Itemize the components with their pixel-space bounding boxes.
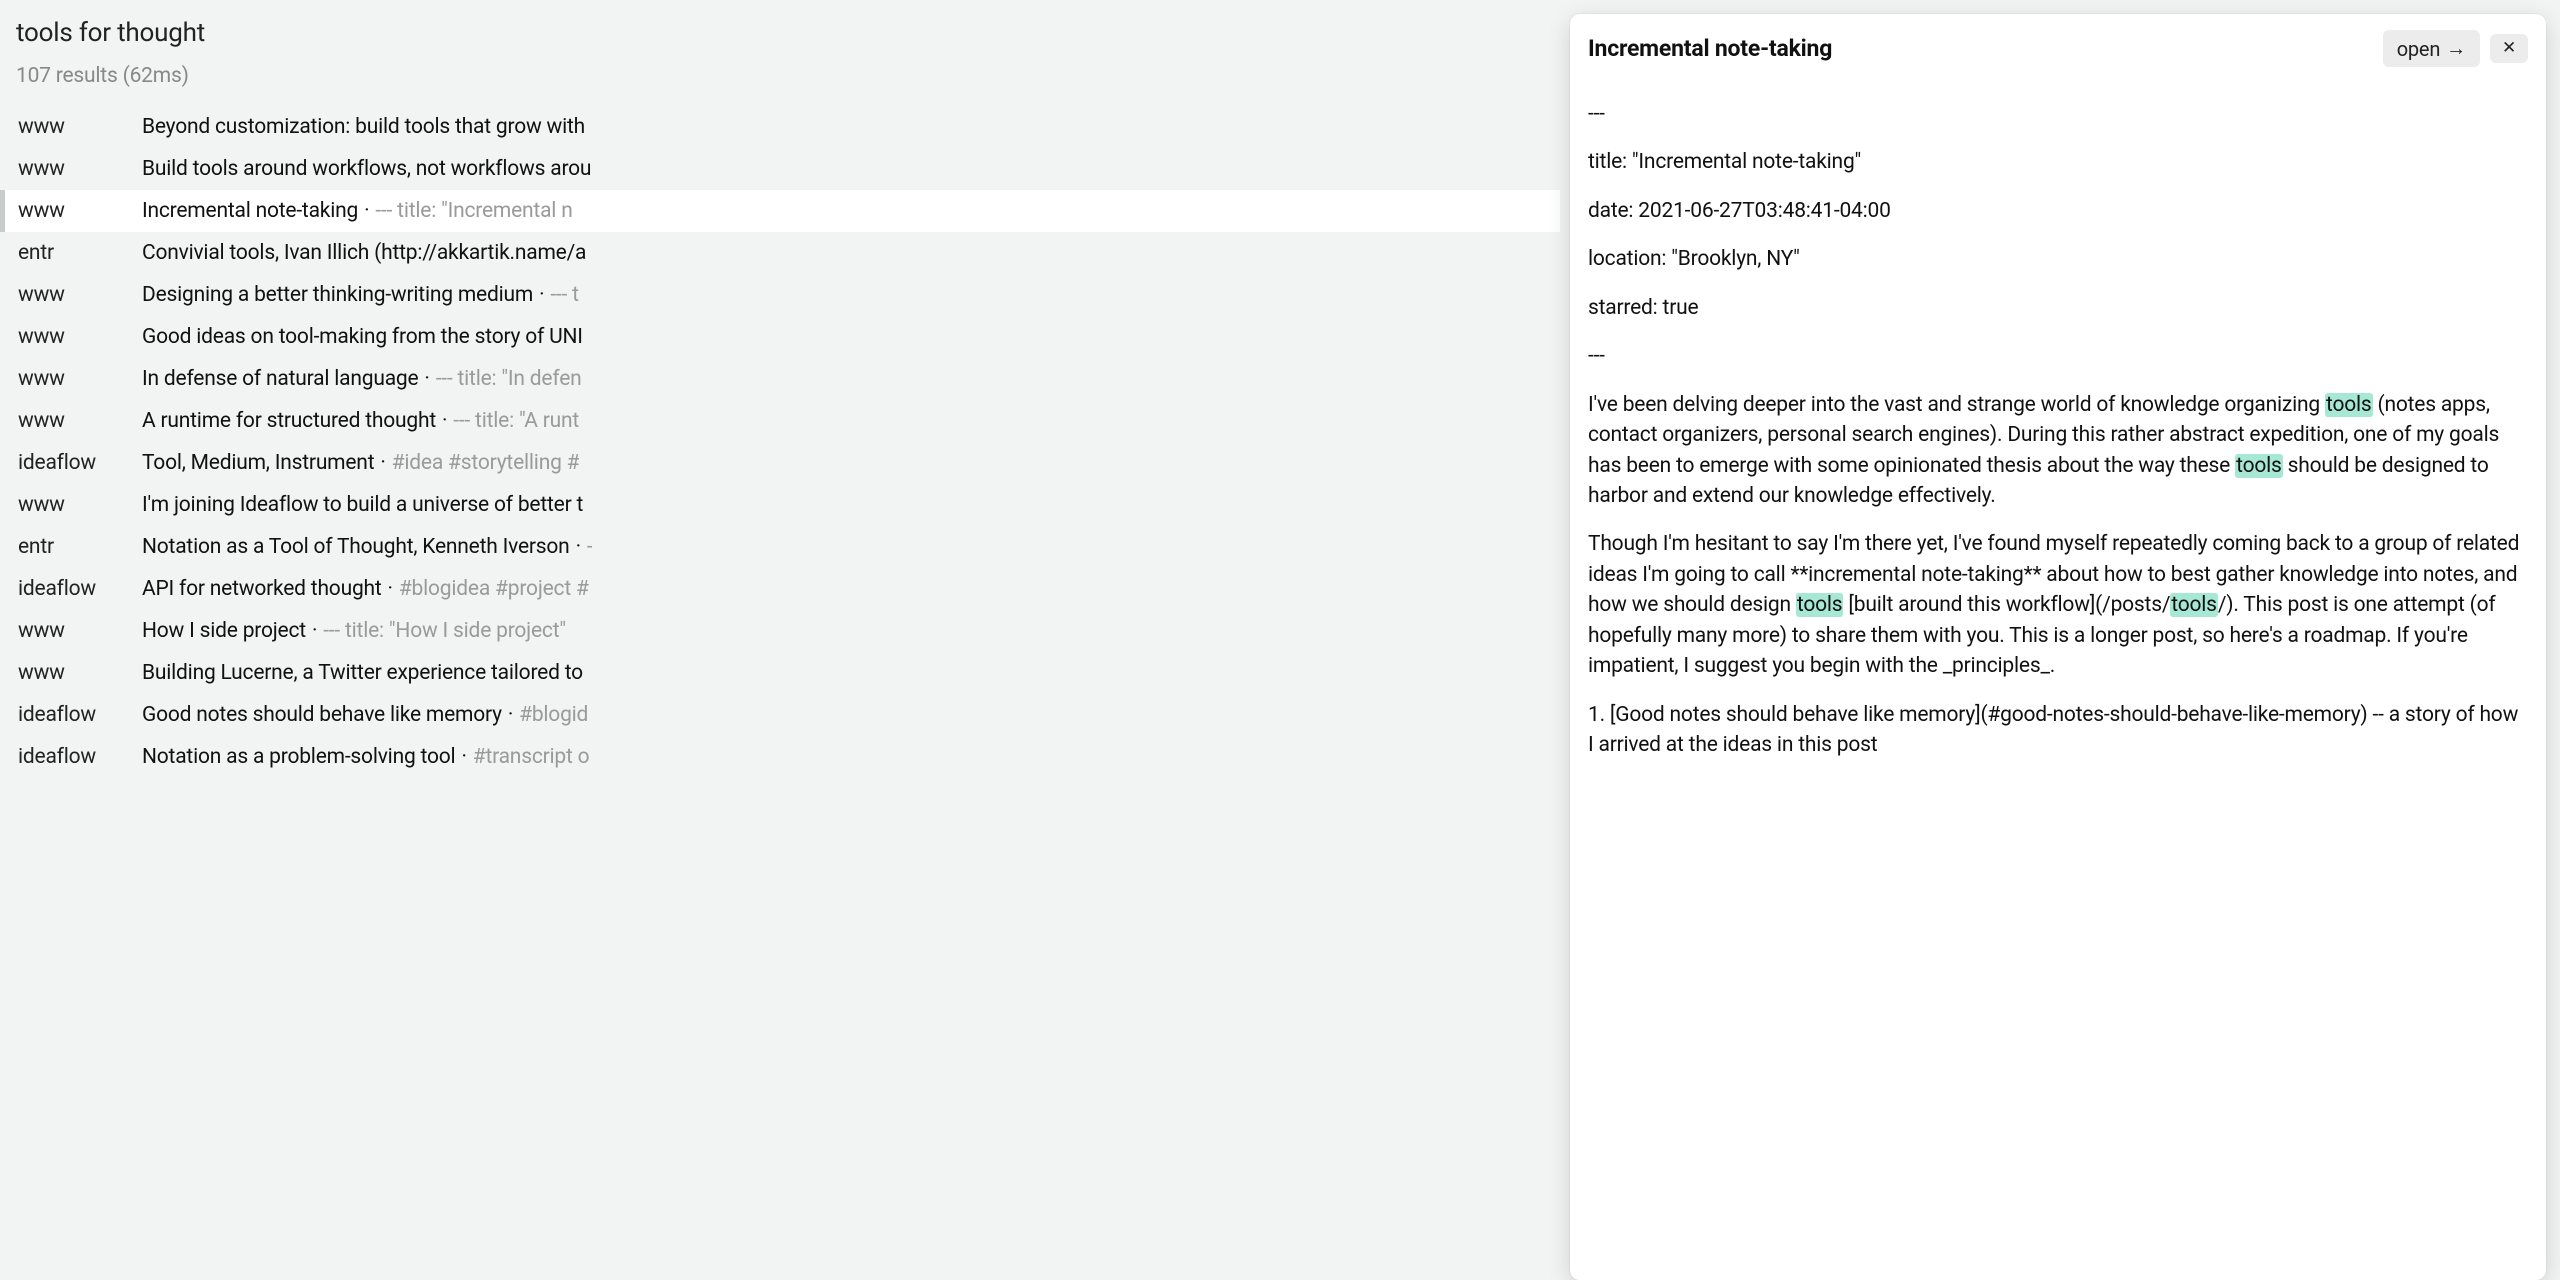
close-button[interactable]: ✕ <box>2490 34 2528 63</box>
result-source: ideaflow <box>18 745 142 769</box>
result-title: In defense of natural language·--- title… <box>142 367 582 391</box>
result-title: Designing a better thinking-writing medi… <box>142 283 579 307</box>
result-source: www <box>18 619 142 643</box>
result-title: A runtime for structured thought·--- tit… <box>142 409 579 433</box>
result-title: Good ideas on tool-making from the story… <box>142 325 583 349</box>
result-source: www <box>18 199 142 223</box>
frontmatter-starred: starred: true <box>1588 293 2526 323</box>
preview-panel: Incremental note-taking open → ✕ --- tit… <box>1570 14 2546 1280</box>
preview-paragraph-3: 1. [Good notes should behave like memory… <box>1588 700 2526 761</box>
open-button[interactable]: open → <box>2383 30 2480 67</box>
search-query[interactable]: tools for thought <box>16 18 1544 48</box>
result-title: Convivial tools, Ivan Illich (http://akk… <box>142 241 586 265</box>
result-source: ideaflow <box>18 577 142 601</box>
result-row[interactable]: wwwBeyond customization: build tools tha… <box>0 106 1560 148</box>
result-title: Notation as a problem-solving tool·#tran… <box>142 745 589 769</box>
frontmatter-delim-open: --- <box>1588 99 2526 129</box>
active-indicator <box>0 190 5 232</box>
result-title: Notation as a Tool of Thought, Kenneth I… <box>142 535 592 559</box>
result-meta: --- t <box>550 283 578 307</box>
highlight: tools <box>2325 393 2373 417</box>
result-source: www <box>18 283 142 307</box>
result-source: www <box>18 493 142 517</box>
frontmatter-title: title: "Incremental note-taking" <box>1588 147 2526 177</box>
result-title: Building Lucerne, a Twitter experience t… <box>142 661 583 685</box>
results-list: wwwBeyond customization: build tools tha… <box>0 106 1560 778</box>
result-meta: #blogid <box>519 703 588 727</box>
result-source: www <box>18 367 142 391</box>
result-row[interactable]: wwwBuilding Lucerne, a Twitter experienc… <box>0 652 1560 694</box>
result-meta: --- title: "In defen <box>436 367 582 391</box>
result-meta: --- title: "A runt <box>453 409 579 433</box>
arrow-right-icon: → <box>2446 36 2466 61</box>
result-row[interactable]: ideaflowTool, Medium, Instrument·#idea #… <box>0 442 1560 484</box>
result-source: entr <box>18 241 142 265</box>
result-title: Tool, Medium, Instrument·#idea #storytel… <box>142 451 579 475</box>
result-title: Good notes should behave like memory·#bl… <box>142 703 588 727</box>
result-row[interactable]: wwwI'm joining Ideaflow to build a unive… <box>0 484 1560 526</box>
frontmatter-date: date: 2021-06-27T03:48:41-04:00 <box>1588 196 2526 226</box>
result-source: ideaflow <box>18 451 142 475</box>
result-title: How I side project·--- title: "How I sid… <box>142 619 566 643</box>
result-row[interactable]: ideaflowAPI for networked thought·#blogi… <box>0 568 1560 610</box>
result-title: I'm joining Ideaflow to build a universe… <box>142 493 583 517</box>
result-row[interactable]: wwwHow I side project·--- title: "How I … <box>0 610 1560 652</box>
result-row[interactable]: wwwIncremental note-taking·--- title: "I… <box>0 190 1560 232</box>
result-row[interactable]: wwwA runtime for structured thought·--- … <box>0 400 1560 442</box>
result-title: Incremental note-taking·--- title: "Incr… <box>142 199 573 223</box>
preview-body[interactable]: --- title: "Incremental note-taking" dat… <box>1570 77 2546 798</box>
result-source: www <box>18 157 142 181</box>
result-source: ideaflow <box>18 703 142 727</box>
result-meta: - <box>587 535 593 559</box>
result-meta: #idea #storytelling # <box>392 451 580 475</box>
result-row[interactable]: ideaflowGood notes should behave like me… <box>0 694 1560 736</box>
result-row[interactable]: wwwGood ideas on tool-making from the st… <box>0 316 1560 358</box>
close-icon: ✕ <box>2502 40 2516 57</box>
result-row[interactable]: entrConvivial tools, Ivan Illich (http:/… <box>0 232 1560 274</box>
preview-paragraph-2: Though I'm hesitant to say I'm there yet… <box>1588 529 2526 681</box>
highlight: tools <box>2170 593 2218 617</box>
result-source: www <box>18 661 142 685</box>
highlight: tools <box>1796 593 1844 617</box>
result-title: Build tools around workflows, not workfl… <box>142 157 591 181</box>
result-source: www <box>18 325 142 349</box>
result-row[interactable]: ideaflowNotation as a problem-solving to… <box>0 736 1560 778</box>
results-count: 107 results (62ms) <box>16 64 1544 88</box>
result-meta: #blogidea #project # <box>399 577 589 601</box>
result-source: entr <box>18 535 142 559</box>
preview-paragraph-1: I've been delving deeper into the vast a… <box>1588 390 2526 512</box>
result-source: www <box>18 115 142 139</box>
highlight: tools <box>2235 454 2283 478</box>
result-row[interactable]: entrNotation as a Tool of Thought, Kenne… <box>0 526 1560 568</box>
open-button-label: open <box>2397 37 2440 61</box>
preview-header: Incremental note-taking open → ✕ <box>1570 14 2546 77</box>
frontmatter-delim-close: --- <box>1588 341 2526 371</box>
result-title: API for networked thought·#blogidea #pro… <box>142 577 589 601</box>
result-row[interactable]: wwwDesigning a better thinking-writing m… <box>0 274 1560 316</box>
preview-title: Incremental note-taking <box>1588 35 2383 62</box>
result-row[interactable]: wwwIn defense of natural language·--- ti… <box>0 358 1560 400</box>
result-meta: --- title: "Incremental n <box>375 199 572 223</box>
result-meta: --- title: "How I side project" <box>323 619 566 643</box>
result-title: Beyond customization: build tools that g… <box>142 115 585 139</box>
result-row[interactable]: wwwBuild tools around workflows, not wor… <box>0 148 1560 190</box>
result-source: www <box>18 409 142 433</box>
result-meta: #transcript o <box>473 745 590 769</box>
frontmatter-location: location: "Brooklyn, NY" <box>1588 244 2526 274</box>
